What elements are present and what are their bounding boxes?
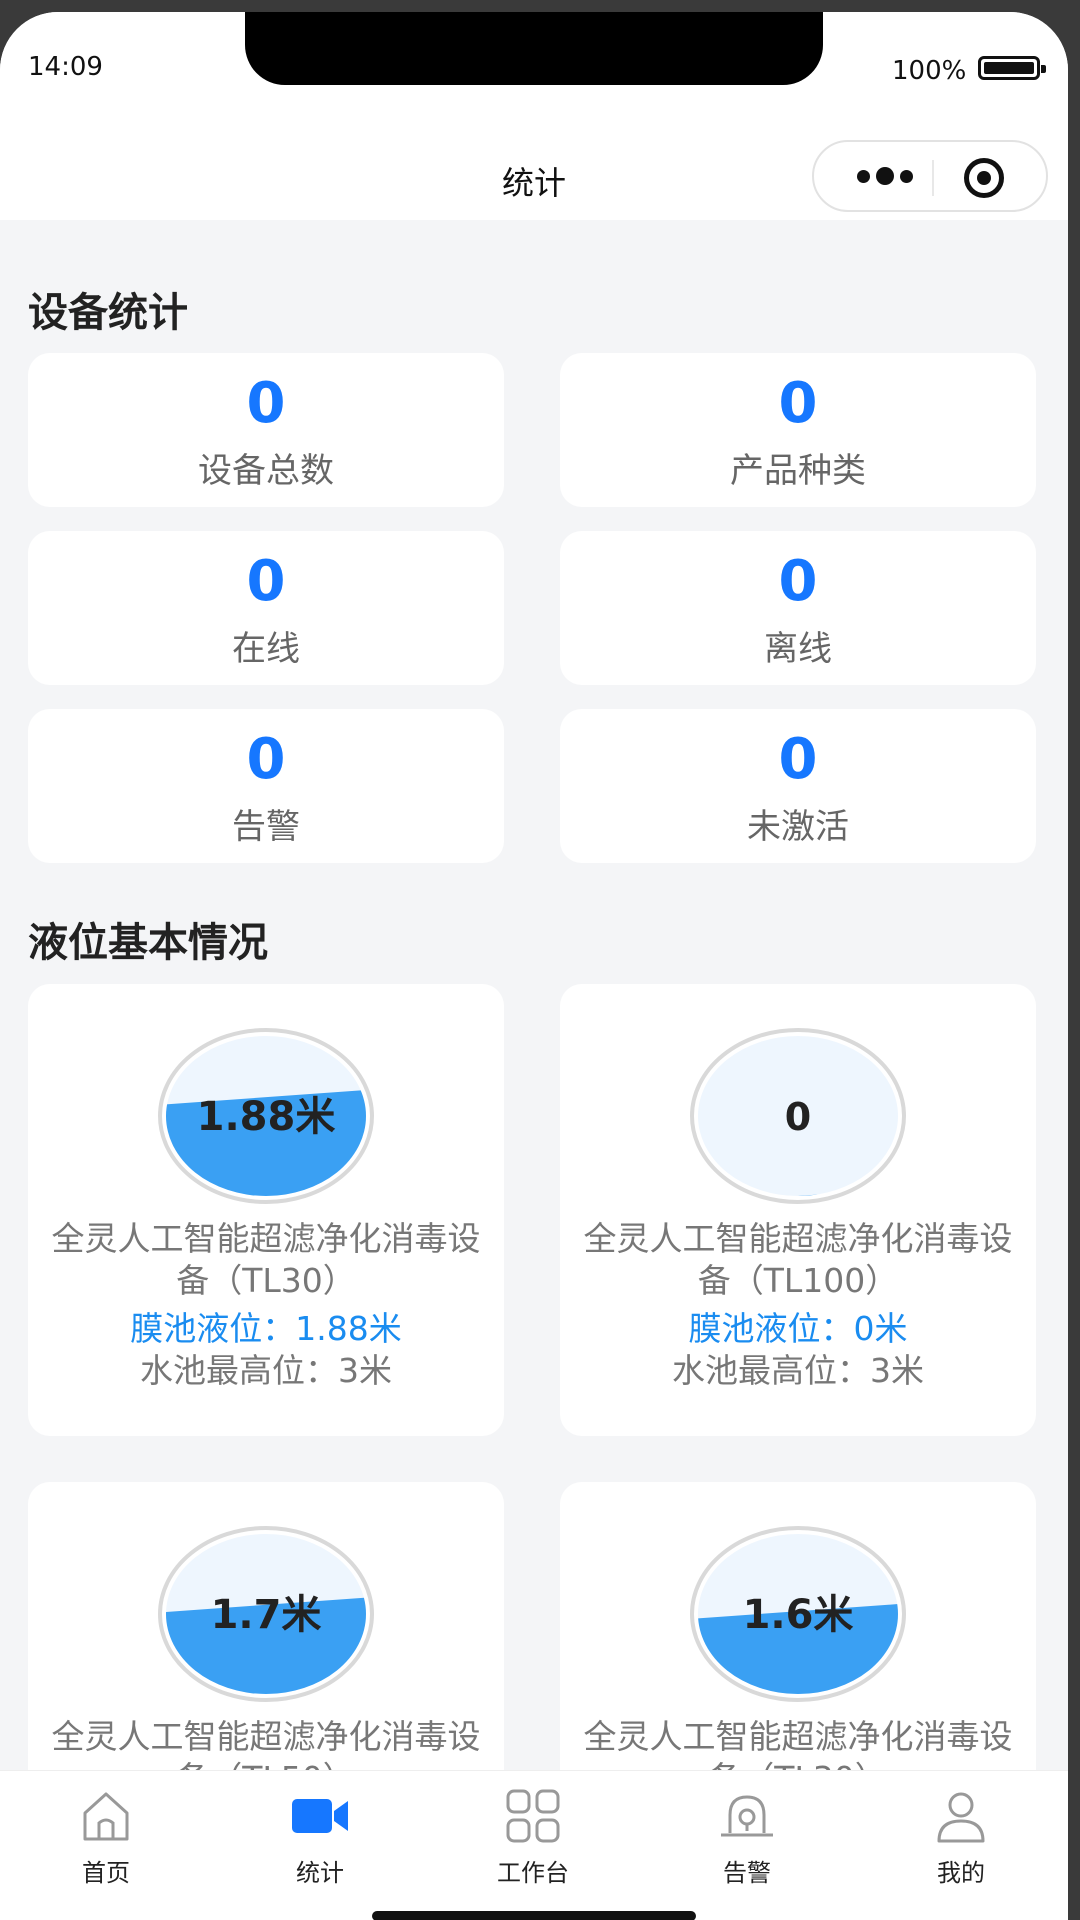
stat-label: 告警 (232, 807, 300, 847)
stat-value: 0 (778, 727, 818, 792)
video-camera-icon (292, 1799, 348, 1833)
gauge-value-text: 1.88米 (197, 1094, 336, 1140)
stat-value: 0 (246, 371, 286, 436)
stat-card-total[interactable]: 0 设备总数 (28, 353, 504, 507)
user-icon (937, 1792, 985, 1843)
stat-label: 未激活 (747, 807, 849, 847)
navigation-bar: 统计 (0, 112, 1068, 220)
phone-screen: 14:09 100% 统计 设备统计 0 设备总数 0 产品种类 0 在线 0 … (0, 12, 1068, 1920)
stat-label: 产品种类 (730, 451, 866, 491)
level-card[interactable]: 1.7米 全灵人工智能超滤净化消毒设备（TL50） (28, 1482, 504, 1770)
notch (245, 12, 823, 85)
home-icon (83, 1792, 129, 1841)
tab-me[interactable]: 我的 (881, 1785, 1041, 1895)
level-card[interactable]: 1.6米 全灵人工智能超滤净化消毒设备（TL30） (560, 1482, 1036, 1770)
more-options-icon[interactable] (840, 156, 930, 196)
stat-label: 离线 (764, 629, 832, 669)
level-section-title: 液位基本情况 (28, 920, 268, 966)
water-level-gauge: 0 (690, 1028, 906, 1204)
level-card[interactable]: 1.88米 全灵人工智能超滤净化消毒设备（TL30） 膜池液位：1.88米 水池… (28, 984, 504, 1436)
device-name: 全灵人工智能超滤净化消毒设备（TL100） (583, 1219, 1013, 1300)
gauge-value-text: 0 (785, 1095, 811, 1139)
stat-value: 0 (778, 371, 818, 436)
stat-card-inactive[interactable]: 0 未激活 (560, 709, 1036, 863)
stat-value: 0 (246, 549, 286, 614)
status-bar: 14:09 100% (0, 12, 1068, 112)
alarm-icon (721, 1795, 773, 1837)
status-time: 14:09 (28, 52, 103, 82)
battery-icon (978, 56, 1046, 80)
grid-icon (506, 1789, 560, 1843)
tab-home[interactable]: 首页 (26, 1785, 186, 1895)
close-miniprogram-icon[interactable] (964, 158, 1004, 198)
stat-value: 0 (246, 727, 286, 792)
tab-alarm[interactable]: 告警 (667, 1785, 827, 1895)
device-stats-title: 设备统计 (28, 290, 188, 336)
tab-label: 工作台 (497, 1859, 569, 1887)
tab-label: 统计 (296, 1859, 344, 1887)
tab-label: 我的 (937, 1859, 985, 1887)
tab-workbench[interactable]: 工作台 (453, 1785, 613, 1895)
main-content: 设备统计 0 设备总数 0 产品种类 0 在线 0 离线 0 告警 0 未激活 … (0, 220, 1068, 1770)
capsule-divider (932, 160, 934, 196)
battery-percentage: 100% (892, 56, 967, 86)
water-level-gauge: 1.88米 (158, 1028, 374, 1204)
stat-card-alarm[interactable]: 0 告警 (28, 709, 504, 863)
home-indicator (372, 1911, 696, 1920)
pool-max-level: 水池最高位：3米 (672, 1351, 924, 1390)
stat-label: 设备总数 (198, 451, 334, 491)
device-name: 全灵人工智能超滤净化消毒设备（TL50） (51, 1717, 481, 1770)
tab-label: 告警 (723, 1859, 771, 1887)
miniprogram-capsule (812, 140, 1048, 212)
tab-stats[interactable]: 统计 (240, 1785, 400, 1895)
level-card[interactable]: 0 全灵人工智能超滤净化消毒设备（TL100） 膜池液位：0米 水池最高位：3米 (560, 984, 1036, 1436)
gauge-value-text: 1.6米 (743, 1592, 854, 1638)
stat-label: 在线 (232, 629, 300, 669)
stat-card-online[interactable]: 0 在线 (28, 531, 504, 685)
device-name: 全灵人工智能超滤净化消毒设备（TL30） (583, 1717, 1013, 1770)
stat-value: 0 (778, 549, 818, 614)
stat-card-product-types[interactable]: 0 产品种类 (560, 353, 1036, 507)
pool-level: 膜池液位：0米 (688, 1309, 908, 1348)
pool-level: 膜池液位：1.88米 (130, 1309, 402, 1348)
tab-bar: 首页 统计 工作台 告警 我的 (0, 1770, 1068, 1920)
water-level-gauge: 1.7米 (158, 1526, 374, 1702)
stat-card-offline[interactable]: 0 离线 (560, 531, 1036, 685)
tab-label: 首页 (82, 1859, 130, 1887)
gauge-value-text: 1.7米 (211, 1592, 322, 1638)
device-name: 全灵人工智能超滤净化消毒设备（TL30） (51, 1219, 481, 1300)
water-level-gauge: 1.6米 (690, 1526, 906, 1702)
pool-max-level: 水池最高位：3米 (140, 1351, 392, 1390)
